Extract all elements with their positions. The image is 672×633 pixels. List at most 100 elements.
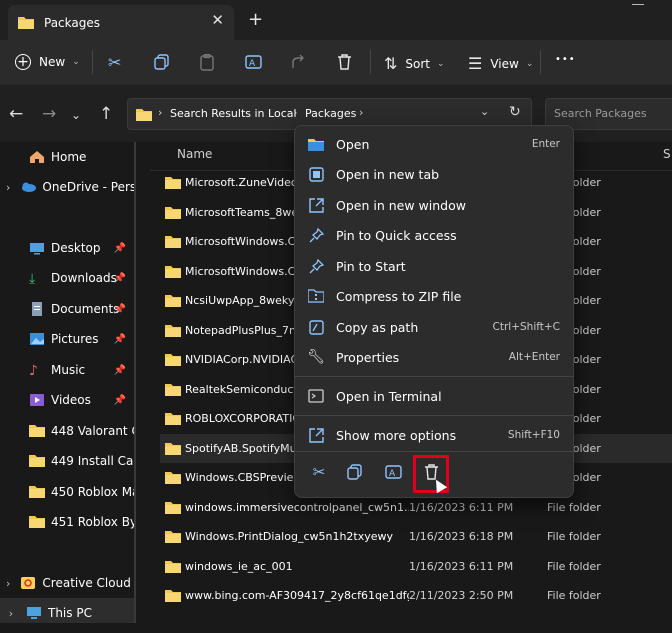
pin-icon — [308, 227, 324, 243]
table-row[interactable]: www.bing.com-AF309417_2y8cf61qe1dfg 2/11… — [160, 581, 672, 610]
close-tab-icon[interactable]: ✕ — [211, 11, 224, 29]
menu-item-shortcut: Alt+Enter — [508, 351, 560, 363]
menu-item-open[interactable]: Open Enter — [299, 129, 570, 159]
copy-button[interactable] — [154, 54, 170, 73]
copy-icon — [154, 54, 169, 70]
refresh-icon[interactable]: ↻ — [509, 104, 521, 120]
menu-rename-button[interactable]: A — [379, 457, 409, 487]
clipboard-icon — [200, 53, 214, 71]
menu-item-copy-path[interactable]: Copy as path Ctrl+Shift+C — [299, 312, 570, 342]
file-type: File folder — [547, 560, 601, 573]
more-options-button[interactable]: ••• — [555, 54, 576, 65]
pin-icon[interactable]: 📌 — [114, 334, 126, 345]
menu-item-open-new-tab[interactable]: Open in new tab — [299, 159, 570, 189]
delete-button[interactable] — [337, 54, 352, 73]
menu-item-label: Open in Terminal — [336, 388, 442, 404]
folder-icon — [136, 109, 152, 121]
folder-icon — [165, 354, 181, 366]
view-button[interactable]: ☰ View ⌄ — [468, 54, 533, 73]
chevron-right-icon[interactable]: › — [6, 607, 16, 620]
pin-icon[interactable]: 📌 — [114, 395, 126, 406]
context-menu: Open Enter Open in new tab Open in new w… — [294, 125, 574, 498]
copy-path-icon — [308, 319, 324, 335]
pin-icon[interactable]: 📌 — [114, 273, 126, 284]
sidebar-item-folder[interactable]: 450 Roblox Marl — [0, 477, 134, 507]
divider — [540, 50, 541, 74]
cut-button[interactable]: ✂ — [108, 53, 121, 72]
column-header-name[interactable]: Name — [177, 147, 212, 161]
breadcrumb-separator: › — [359, 106, 364, 119]
sidebar-item-label: Videos — [51, 393, 91, 407]
menu-item-compress-zip[interactable]: Compress to ZIP file — [299, 281, 570, 311]
copy-icon — [347, 464, 362, 480]
sort-button[interactable]: ⇅ Sort ⌄ — [384, 54, 445, 73]
folder-icon — [165, 531, 181, 543]
table-row[interactable]: Windows.PrintDialog_cw5n1h2txyewy 1/16/2… — [160, 522, 672, 551]
table-row[interactable]: windows_ie_ac_001 1/16/2023 6:11 PM File… — [160, 552, 672, 581]
share-button[interactable] — [291, 54, 307, 73]
folder-icon — [165, 384, 181, 396]
pin-icon[interactable]: 📌 — [114, 304, 126, 315]
divider — [370, 50, 371, 74]
new-tab-button[interactable]: + — [248, 9, 263, 30]
sidebar-item-folder[interactable]: 451 Roblox Byfro — [0, 507, 134, 537]
sidebar-item-label: 448 Valorant Cor — [51, 424, 134, 438]
tab-packages[interactable]: Packages ✕ — [8, 5, 234, 40]
trash-icon — [338, 54, 351, 70]
home-icon — [29, 150, 45, 164]
new-button[interactable]: + New ⌄ — [15, 54, 80, 70]
svg-text:A: A — [249, 59, 256, 69]
chevron-right-icon[interactable]: › — [6, 181, 10, 194]
chevron-down-icon: ⌄ — [437, 58, 445, 69]
rename-button[interactable]: A — [245, 54, 263, 73]
pin-icon[interactable]: 📌 — [114, 243, 126, 254]
folder-icon — [29, 424, 45, 438]
forward-arrow-icon[interactable]: → — [42, 104, 56, 124]
menu-item-pin-start[interactable]: Pin to Start — [299, 251, 570, 281]
share-icon — [292, 54, 304, 68]
sidebar-item-videos[interactable]: Videos 📌 — [0, 385, 134, 415]
menu-divider — [295, 451, 573, 452]
file-type: File folder — [547, 501, 601, 514]
chevron-down-icon[interactable]: ⌄ — [480, 105, 489, 118]
sidebar-item-pictures[interactable]: Pictures 📌 — [0, 324, 134, 354]
sidebar-item-folder[interactable]: 448 Valorant Cor — [0, 416, 134, 446]
breadcrumb-search-results[interactable]: Search Results in Local — [170, 107, 297, 120]
sidebar-item-creative-cloud[interactable]: › Creative Cloud F — [0, 568, 134, 598]
sidebar-item-label: 451 Roblox Byfro — [51, 515, 134, 529]
up-arrow-icon[interactable]: ↑ — [99, 104, 113, 124]
sidebar-item-label: Pictures — [51, 332, 99, 346]
menu-item-open-new-window[interactable]: Open in new window — [299, 190, 570, 220]
sidebar-item-home[interactable]: Home — [0, 142, 134, 172]
menu-item-open-terminal[interactable]: Open in Terminal — [299, 381, 570, 411]
menu-copy-button[interactable] — [340, 457, 370, 487]
file-type: File folder — [547, 530, 601, 543]
folder-icon — [29, 454, 45, 468]
file-date: 2/11/2023 2:50 PM — [409, 589, 514, 602]
menu-item-show-more-options[interactable]: Show more options Shift+F10 — [299, 420, 570, 450]
sidebar-item-documents[interactable]: Documents 📌 — [0, 294, 134, 324]
sidebar-item-desktop[interactable]: Desktop 📌 — [0, 233, 134, 263]
column-header-size[interactable]: S — [663, 147, 671, 161]
sidebar-item-downloads[interactable]: ⤓ Downloads 📌 — [0, 263, 134, 293]
sidebar-item-label: 450 Roblox Marl — [51, 485, 134, 499]
recent-chevron-icon[interactable]: ⌄ — [71, 108, 81, 122]
back-arrow-icon[interactable]: ← — [9, 104, 23, 124]
folder-icon — [165, 236, 181, 248]
pc-icon — [26, 606, 42, 620]
menu-item-pin-quick-access[interactable]: Pin to Quick access — [299, 220, 570, 250]
menu-item-label: Open in new tab — [336, 166, 440, 182]
folder-icon — [165, 177, 181, 189]
menu-item-shortcut: Ctrl+Shift+C — [492, 321, 560, 333]
pin-icon[interactable]: 📌 — [114, 365, 126, 376]
menu-item-properties[interactable]: 🔧︎ Properties Alt+Enter — [299, 342, 570, 372]
paste-button[interactable] — [199, 53, 215, 74]
file-name: www.bing.com-AF309417_2y8cf61qe1dfg — [185, 589, 409, 602]
minimize-button[interactable] — [632, 4, 644, 5]
sidebar-item-music[interactable]: ♪ Music 📌 — [0, 355, 134, 385]
chevron-right-icon[interactable]: › — [6, 577, 10, 590]
menu-cut-button[interactable]: ✂ — [304, 457, 334, 487]
sidebar-item-onedrive[interactable]: › OneDrive - Perso — [0, 172, 134, 202]
breadcrumb-packages[interactable]: Packages — [305, 107, 356, 120]
sidebar-item-folder[interactable]: 449 Install CapC — [0, 446, 134, 476]
